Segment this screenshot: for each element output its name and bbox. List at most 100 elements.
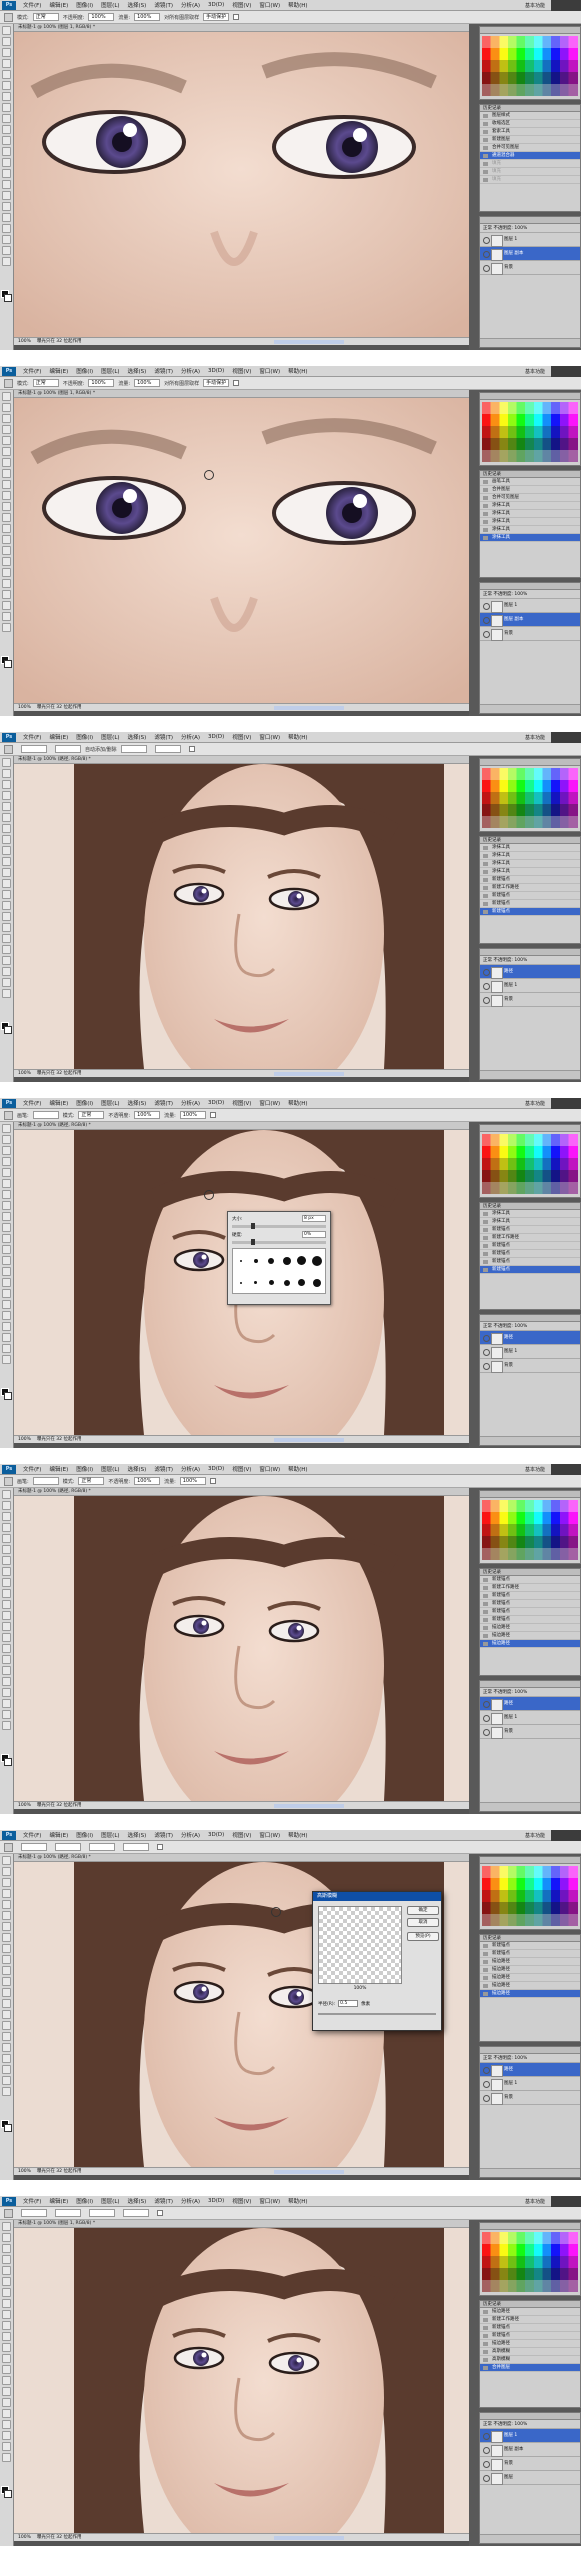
- option-1[interactable]: 正常: [32, 379, 59, 387]
- menu-item-10[interactable]: 帮助(H): [284, 1, 311, 9]
- document-canvas[interactable]: [14, 1496, 469, 1801]
- tool-icon-18[interactable]: [2, 224, 11, 233]
- history-step[interactable]: 收缩选区: [480, 120, 580, 128]
- swatches-grid[interactable]: [482, 2232, 578, 2292]
- menu-item-7[interactable]: 3D(D): [204, 2198, 228, 2204]
- option-7[interactable]: [123, 2209, 149, 2217]
- tool-icon-21[interactable]: [2, 1721, 11, 1730]
- history-step[interactable]: 新建工作路径: [480, 2316, 580, 2324]
- tool-icon-11[interactable]: [2, 1245, 11, 1254]
- tool-icon-10[interactable]: [2, 2332, 11, 2341]
- menu-item-9[interactable]: 窗口(W): [255, 2197, 284, 2205]
- tool-icon-5[interactable]: [2, 81, 11, 90]
- menu-item-7[interactable]: 3D(D): [204, 1100, 228, 1106]
- history-step[interactable]: 描边路径: [480, 1982, 580, 1990]
- option-5[interactable]: 100%: [134, 13, 161, 21]
- history-step[interactable]: 新建锚点: [480, 1266, 580, 1274]
- layer-row[interactable]: 图层 副本: [480, 2443, 580, 2457]
- layer-row[interactable]: 图层 1: [480, 979, 580, 993]
- menu-item-3[interactable]: 图层(L): [97, 367, 123, 375]
- menu-item-3[interactable]: 图层(L): [97, 2197, 123, 2205]
- tool-icon-12[interactable]: [2, 1988, 11, 1997]
- layer-row[interactable]: 路径: [480, 1331, 580, 1345]
- swatches-grid[interactable]: [482, 1500, 578, 1560]
- history-step[interactable]: 新建锚点: [480, 1250, 580, 1258]
- history-step[interactable]: 涂抹工具: [480, 852, 580, 860]
- brush-tip-8[interactable]: [268, 1280, 274, 1285]
- tool-icon-18[interactable]: [2, 2054, 11, 2063]
- history-step[interactable]: 画笔工具: [480, 478, 580, 486]
- tool-icon-1[interactable]: [2, 37, 11, 46]
- layers-panel-header[interactable]: [480, 1315, 580, 1322]
- menu-item-10[interactable]: 帮助(H): [284, 367, 311, 375]
- option-checkbox[interactable]: [233, 14, 240, 20]
- tool-icon-13[interactable]: [2, 901, 11, 910]
- menu-item-1[interactable]: 编辑(E): [45, 1465, 72, 1473]
- tool-icon-6[interactable]: [2, 824, 11, 833]
- layer-row[interactable]: 图层 1: [480, 599, 580, 613]
- history-step[interactable]: 合并图层: [480, 2364, 580, 2372]
- tool-preset-icon[interactable]: [4, 378, 13, 388]
- tool-icon-15[interactable]: [2, 557, 11, 566]
- menu-item-2[interactable]: 图像(I): [72, 1465, 97, 1473]
- tool-icon-17[interactable]: [2, 579, 11, 588]
- tool-icon-2[interactable]: [2, 1878, 11, 1887]
- menu-item-8[interactable]: 视图(V): [228, 367, 255, 375]
- history-panel-header[interactable]: 历史记录: [480, 2301, 580, 2308]
- tool-icon-2[interactable]: [2, 1146, 11, 1155]
- brush-tip-4[interactable]: [297, 1256, 307, 1265]
- history-panel-header[interactable]: 历史记录: [480, 1935, 580, 1942]
- layer-blend-options[interactable]: 正常 不透明度: 100%: [480, 956, 580, 965]
- tool-icon-10[interactable]: [2, 1966, 11, 1975]
- option-7[interactable]: 100%: [179, 1477, 206, 1485]
- swatches-tabs[interactable]: [480, 393, 580, 400]
- tool-icon-4[interactable]: [2, 802, 11, 811]
- layer-blend-options[interactable]: 正常 不透明度: 100%: [480, 224, 580, 233]
- tool-icon-0[interactable]: [2, 1124, 11, 1133]
- history-step[interactable]: 描边路径: [480, 1624, 580, 1632]
- tool-icon-0[interactable]: [2, 758, 11, 767]
- menu-item-9[interactable]: 窗口(W): [255, 733, 284, 741]
- layer-blend-options[interactable]: 正常 不透明度: 100%: [480, 2054, 580, 2063]
- option-3[interactable]: 100%: [88, 13, 115, 21]
- menu-item-2[interactable]: 图像(I): [72, 1, 97, 9]
- tool-preset-icon[interactable]: [4, 12, 13, 22]
- layer-blend-options[interactable]: 正常 不透明度: 100%: [480, 1322, 580, 1331]
- history-step[interactable]: 新建锚点: [480, 1226, 580, 1234]
- tool-icon-17[interactable]: [2, 1311, 11, 1320]
- history-step[interactable]: 新建锚点: [480, 1242, 580, 1250]
- tool-icon-4[interactable]: [2, 2266, 11, 2275]
- history-step[interactable]: 高斯模糊: [480, 2348, 580, 2356]
- tool-icon-2[interactable]: [2, 48, 11, 57]
- menu-item-0[interactable]: 文件(F): [19, 2197, 45, 2205]
- tool-icon-1[interactable]: [2, 769, 11, 778]
- tool-icon-20[interactable]: [2, 1344, 11, 1353]
- tool-icon-18[interactable]: [2, 956, 11, 965]
- history-step[interactable]: 新建锚点: [480, 1950, 580, 1958]
- menu-item-8[interactable]: 视图(V): [228, 1, 255, 9]
- menu-item-0[interactable]: 文件(F): [19, 1, 45, 9]
- menu-item-10[interactable]: 帮助(H): [284, 733, 311, 741]
- menu-item-7[interactable]: 3D(D): [204, 1466, 228, 1472]
- brush-hardness-slider[interactable]: [232, 1239, 326, 1245]
- layers-panel-header[interactable]: [480, 2413, 580, 2420]
- tool-icon-7[interactable]: [2, 2299, 11, 2308]
- history-step[interactable]: 新建锚点: [480, 908, 580, 916]
- tool-icon-7[interactable]: [2, 835, 11, 844]
- tool-icon-9[interactable]: [2, 857, 11, 866]
- tool-icon-9[interactable]: [2, 1589, 11, 1598]
- tool-icon-7[interactable]: [2, 1567, 11, 1576]
- option-checkbox[interactable]: [157, 2210, 163, 2216]
- tool-icon-19[interactable]: [2, 2431, 11, 2440]
- tool-icon-20[interactable]: [2, 612, 11, 621]
- menu-item-8[interactable]: 视图(V): [228, 2197, 255, 2205]
- menu-item-9[interactable]: 窗口(W): [255, 1831, 284, 1839]
- horizontal-scrollbar[interactable]: [274, 340, 344, 344]
- background-color-swatch[interactable]: [4, 1392, 12, 1400]
- tool-icon-11[interactable]: [2, 879, 11, 888]
- tool-icon-13[interactable]: [2, 169, 11, 178]
- menu-item-6[interactable]: 分析(A): [177, 1099, 204, 1107]
- tool-icon-1[interactable]: [2, 403, 11, 412]
- tool-icon-0[interactable]: [2, 1856, 11, 1865]
- document-canvas[interactable]: [14, 764, 469, 1069]
